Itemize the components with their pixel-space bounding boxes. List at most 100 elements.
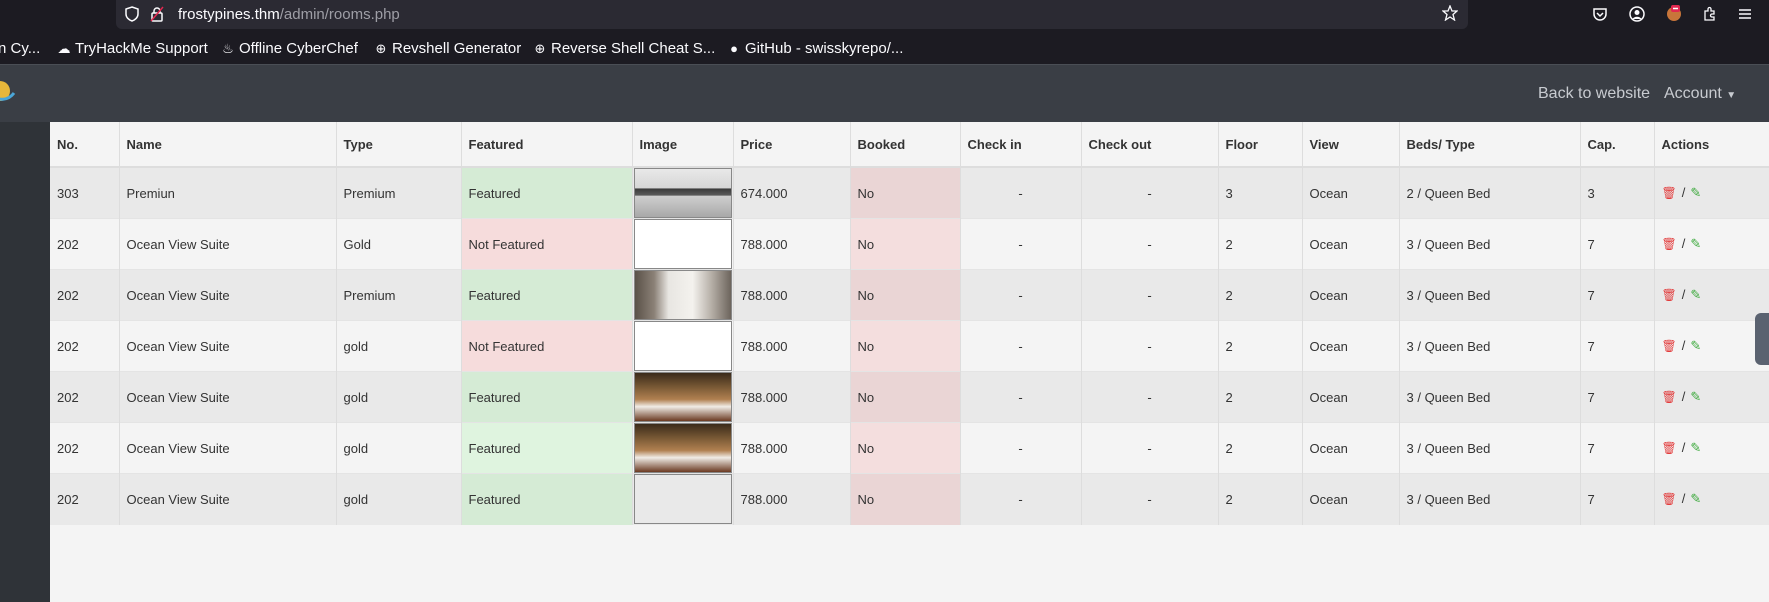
room-number-cell: 303 [50,166,120,219]
table-row: 202 Ocean View Suite gold Featured 788.000 No… [50,473,1769,525]
delete-trash-icon[interactable]: 🗑 [1662,492,1677,506]
column-header[interactable]: Actions [1654,122,1769,168]
bookmark-tryhackme-support[interactable]: ☁ TryHackMe Support [57,40,208,57]
column-header[interactable]: Featured [461,122,633,168]
room-name-cell: Ocean View Suite [119,320,337,372]
extension-badge-icon[interactable] [1665,4,1683,26]
room-number-cell: 202 [50,371,120,423]
delete-trash-icon[interactable]: 🗑 [1662,288,1677,302]
account-icon[interactable] [1629,6,1645,26]
lock-warning-icon[interactable] [150,6,164,26]
check-out-cell: - [1081,218,1219,270]
booked-status-cell: No [850,269,961,321]
back-to-website-link[interactable]: Back to website [1538,85,1650,103]
beds-type-cell: 3 / Queen Bed [1399,371,1581,423]
price-cell: 788.000 [733,218,851,270]
bookmark-star-icon[interactable] [1441,4,1459,25]
url-text[interactable]: frostypines.thm/admin/rooms.php [178,6,400,23]
room-thumbnail-image [633,219,732,269]
edit-pencil-icon[interactable]: ✎ [1690,440,1701,455]
edit-pencil-icon[interactable]: ✎ [1690,491,1701,506]
room-image-cell [632,269,734,321]
view-cell: Ocean [1302,218,1400,270]
floor-cell: 2 [1218,218,1303,270]
featured-status-cell: Featured [461,371,633,423]
featured-status-cell: Not Featured [461,320,633,372]
url-bar[interactable]: frostypines.thm/admin/rooms.php [116,0,1468,29]
column-header[interactable]: Booked [850,122,961,168]
column-header[interactable]: Type [336,122,462,168]
room-name-cell: Ocean View Suite [119,473,337,525]
delete-trash-icon[interactable]: 🗑 [1662,441,1677,455]
bookmark-cyberchef-partial[interactable]: n Cy... [0,40,40,57]
room-image-cell [632,371,734,423]
bookmarks-toolbar: n Cy... ☁ TryHackMe Support ♨ Offline Cybe… [0,36,1769,62]
featured-status-cell: Featured [461,473,633,525]
rooms-table-container: No. Name Type Featured Image Price Booked Check… [50,122,1769,525]
booked-status-cell: No [850,166,961,219]
edit-pencil-icon[interactable]: ✎ [1690,185,1701,200]
featured-status-cell: Not Featured [461,218,633,270]
floor-cell: 2 [1218,269,1303,321]
room-type-cell: Premium [336,269,462,321]
table-row: 202 Ocean View Suite Gold Not Featured 788.0… [50,218,1769,270]
delete-trash-icon[interactable]: 🗑 [1662,237,1677,251]
pocket-icon[interactable] [1592,6,1608,26]
delete-trash-icon[interactable]: 🗑 [1662,390,1677,404]
edit-pencil-icon[interactable]: ✎ [1690,236,1701,251]
actions-cell: 🗑 / ✎ [1654,422,1769,474]
capacity-cell: 7 [1580,422,1655,474]
room-thumbnail-image [633,372,732,422]
column-header[interactable]: View [1302,122,1400,168]
menu-hamburger-icon[interactable] [1737,6,1753,26]
column-header[interactable]: Image [632,122,734,168]
edit-pencil-icon[interactable]: ✎ [1690,389,1701,404]
price-cell: 788.000 [733,473,851,525]
delete-trash-icon[interactable]: 🗑 [1662,186,1677,200]
shield-icon[interactable] [125,6,139,26]
site-logo[interactable] [0,73,16,109]
check-out-cell: - [1081,473,1219,525]
beds-type-cell: 3 / Queen Bed [1399,320,1581,372]
edit-pencil-icon[interactable]: ✎ [1690,287,1701,302]
account-dropdown[interactable]: Account ▼ [1664,85,1736,103]
room-number-cell: 202 [50,473,120,525]
url-host: frostypines.thm [178,6,280,23]
view-cell: Ocean [1302,371,1400,423]
github-icon: ● [730,41,738,56]
room-thumbnail-image [633,168,732,218]
bookmark-github-swisskyrepo[interactable]: ● GitHub - swisskyrepo/... [727,40,903,57]
delete-trash-icon[interactable]: 🗑 [1662,339,1677,353]
bookmark-offline-cyberchef[interactable]: ♨ Offline CyberChef [221,40,358,57]
bookmark-label: Offline CyberChef [239,40,358,57]
admin-sidebar [0,122,50,602]
room-thumbnail-image [633,474,732,525]
room-name-cell: Premiun [119,166,337,219]
column-header[interactable]: Name [119,122,337,168]
column-header[interactable]: Check in [960,122,1082,168]
extensions-puzzle-icon[interactable] [1702,6,1718,26]
table-row: 202 Ocean View Suite gold Featured 788.000 No… [50,422,1769,474]
globe-icon: ⊕ [375,41,387,56]
check-in-cell: - [960,422,1082,474]
column-header[interactable]: No. [50,122,120,168]
room-thumbnail-image [633,423,732,473]
column-header[interactable]: Floor [1218,122,1303,168]
globe-icon: ⊕ [534,41,546,56]
check-in-cell: - [960,218,1082,270]
capacity-cell: 7 [1580,269,1655,321]
bookmark-reverse-shell-cheat[interactable]: ⊕ Reverse Shell Cheat S... [533,40,716,57]
room-type-cell: gold [336,320,462,372]
column-header[interactable]: Price [733,122,851,168]
column-header[interactable]: Beds/ Type [1399,122,1581,168]
side-panel-handle[interactable] [1755,313,1769,365]
view-cell: Ocean [1302,166,1400,219]
capacity-cell: 3 [1580,166,1655,219]
edit-pencil-icon[interactable]: ✎ [1690,338,1701,353]
column-header[interactable]: Cap. [1580,122,1655,168]
floor-cell: 2 [1218,422,1303,474]
room-number-cell: 202 [50,218,120,270]
column-header[interactable]: Check out [1081,122,1219,168]
check-out-cell: - [1081,320,1219,372]
bookmark-revshell-generator[interactable]: ⊕ Revshell Generator [374,40,522,57]
